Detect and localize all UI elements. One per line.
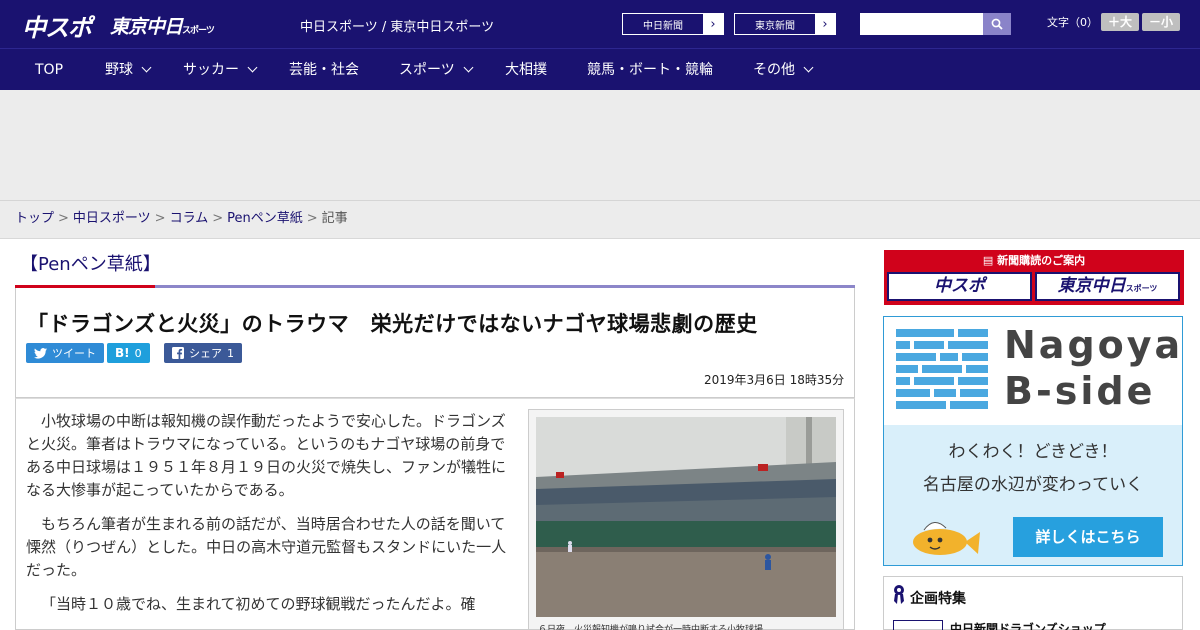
- nav-item-label: 競馬・ボート・競輪: [587, 62, 713, 78]
- chevron-down-icon: [803, 62, 814, 73]
- nav-item-other[interactable]: その他: [753, 49, 814, 91]
- facebook-share-label: シェア: [189, 347, 222, 360]
- brick-wall-icon: [896, 329, 988, 409]
- bside-tagline-2: 名古屋の水辺が変わっていく: [922, 475, 1144, 495]
- twitter-icon: [34, 347, 47, 359]
- article-title: 「ドラゴンズと火災」のトラウマ 栄光だけではないナゴヤ球場悲劇の歴史: [27, 312, 758, 336]
- logo-tokyo-text: 東京中日: [110, 16, 183, 38]
- bside-tagline-1: わくわく！どきどき！: [948, 442, 1118, 462]
- newspaper-icon: ▤: [982, 254, 998, 267]
- section-title: 【Penペン草紙】: [20, 254, 161, 275]
- subscribe-chuspo-logo[interactable]: 中スポ: [887, 272, 1032, 301]
- photo-caption: ６日夜、火災報知機が鳴り試合が一時中断する小牧球場: [538, 625, 764, 630]
- chevron-down-icon: [141, 62, 152, 73]
- breadcrumb-separator: >: [154, 211, 166, 226]
- fontsize-label: 文字（0）: [1047, 16, 1098, 29]
- tokyo-shimbun-button[interactable]: 東京新聞 ›: [734, 13, 836, 35]
- search-icon: [991, 18, 1003, 30]
- breadcrumb-chunichi-sports[interactable]: 中日スポーツ: [73, 211, 151, 226]
- breadcrumb-column[interactable]: コラム: [170, 211, 209, 226]
- nav-item-entertainment[interactable]: 芸能・社会: [289, 49, 359, 91]
- breadcrumb: トップ > 中日スポーツ > コラム > Penペン草紙 > 記事: [0, 201, 1200, 239]
- subscription-heading-text: 新聞購読のご案内: [997, 254, 1086, 267]
- subscribe-tokyo-chunichi-text: 東京中日: [1057, 276, 1126, 296]
- ad-banner-area: [0, 90, 1200, 201]
- nav-item-baseball[interactable]: 野球: [105, 49, 152, 91]
- fontsize-up-button[interactable]: ＋大: [1101, 13, 1139, 31]
- main-nav: TOP 野球 サッカー 芸能・社会 スポーツ 大相撲 競馬・ボート・競輪 その他: [0, 48, 1200, 90]
- chevron-right-icon: ›: [815, 14, 835, 34]
- facebook-icon: [172, 347, 184, 359]
- article-paragraph: 「当時１０歳でね、生まれて初めての野球観戦だったんだよ。確: [41, 595, 476, 613]
- breadcrumb-separator: >: [58, 211, 69, 226]
- article-photo[interactable]: [536, 417, 836, 617]
- search-input[interactable]: [860, 13, 984, 35]
- site-names: 中日スポーツ / 東京中日スポーツ: [300, 20, 495, 35]
- nav-item-label: TOP: [35, 62, 64, 78]
- fish-mascot-icon: [913, 522, 980, 555]
- feature-item-dragons-shop[interactable]: 中日新聞ドラゴンズショップ: [950, 620, 1106, 630]
- article-paragraph: 小牧球場の中断は報知機の誤作動だったようで安心した。ドラゴンズと火災。筆者はトラ…: [26, 412, 507, 499]
- hatena-count: 0: [134, 346, 142, 360]
- nav-item-label: サッカー: [183, 62, 239, 78]
- nav-item-label: 大相撲: [505, 62, 547, 78]
- nav-item-top[interactable]: TOP: [35, 49, 63, 91]
- feature-title: 企画特集: [910, 591, 966, 607]
- nav-item-soccer[interactable]: サッカー: [183, 49, 258, 91]
- facebook-share-count: 1: [227, 346, 234, 360]
- nav-item-keiba[interactable]: 競馬・ボート・競輪: [587, 49, 713, 91]
- search-button[interactable]: [983, 13, 1011, 35]
- breadcrumb-current: 記事: [321, 211, 348, 226]
- chunichi-shimbun-label: 中日新聞: [643, 20, 683, 32]
- nav-item-label: その他: [753, 62, 795, 78]
- article-body-text: 小牧球場の中断は報知機の誤作動だったようで安心した。ドラゴンズと火災。筆者はトラ…: [26, 410, 508, 627]
- nav-item-sports[interactable]: スポーツ: [399, 49, 474, 91]
- logo-tokyo-chunichi[interactable]: 東京中日スポーツ: [110, 12, 215, 39]
- feature-thumbnail[interactable]: [893, 620, 943, 630]
- chunichi-shimbun-button[interactable]: 中日新聞 ›: [622, 13, 724, 35]
- tweet-button[interactable]: ツイート: [26, 343, 104, 363]
- breadcrumb-pen-soushi[interactable]: Penペン草紙: [227, 211, 303, 226]
- baseball-stadium-photo: [536, 417, 836, 617]
- hatena-bookmark-button[interactable]: B! 0: [107, 343, 150, 363]
- logo-tokyo-sub: スポーツ: [182, 26, 215, 36]
- chevron-right-icon: ›: [703, 14, 723, 34]
- bside-title: Nagoya B-side: [1004, 322, 1183, 414]
- subscribe-tokyo-chunichi-sub: スポーツ: [1125, 284, 1158, 293]
- hatena-icon: B!: [115, 346, 130, 360]
- bside-title-line2: B-side: [1004, 369, 1156, 413]
- article-date: 2019年3月6日 18時35分: [704, 373, 845, 387]
- nav-item-sumo[interactable]: 大相撲: [505, 49, 547, 91]
- logo-chuspo[interactable]: 中スポ: [22, 8, 92, 43]
- facebook-share-button[interactable]: シェア 1: [164, 343, 242, 363]
- nav-item-label: 野球: [105, 62, 133, 78]
- bside-title-line1: Nagoya: [1004, 323, 1184, 367]
- breadcrumb-separator: >: [212, 211, 224, 226]
- article-paragraph: もちろん筆者が生まれる前の話だが、当時居合わせた人の話を聞いて慄然（りつぜん）と…: [26, 515, 507, 579]
- tweet-label: ツイート: [52, 347, 96, 360]
- chevron-down-icon: [247, 62, 258, 73]
- tokyo-shimbun-label: 東京新聞: [755, 20, 795, 32]
- subscription-heading: ▤ 新聞購読のご案内: [884, 252, 1184, 268]
- chevron-down-icon: [463, 62, 474, 73]
- fontsize-down-button[interactable]: －小: [1142, 13, 1180, 31]
- ribbon-icon: [894, 585, 904, 604]
- bside-details-button[interactable]: 詳しくはこちら: [1013, 517, 1163, 557]
- nav-item-label: スポーツ: [399, 62, 455, 78]
- breadcrumb-separator: >: [306, 211, 318, 226]
- subscribe-tokyo-chunichi-logo[interactable]: 東京中日スポーツ: [1035, 272, 1180, 301]
- breadcrumb-top[interactable]: トップ: [15, 211, 54, 226]
- nav-item-label: 芸能・社会: [289, 62, 359, 78]
